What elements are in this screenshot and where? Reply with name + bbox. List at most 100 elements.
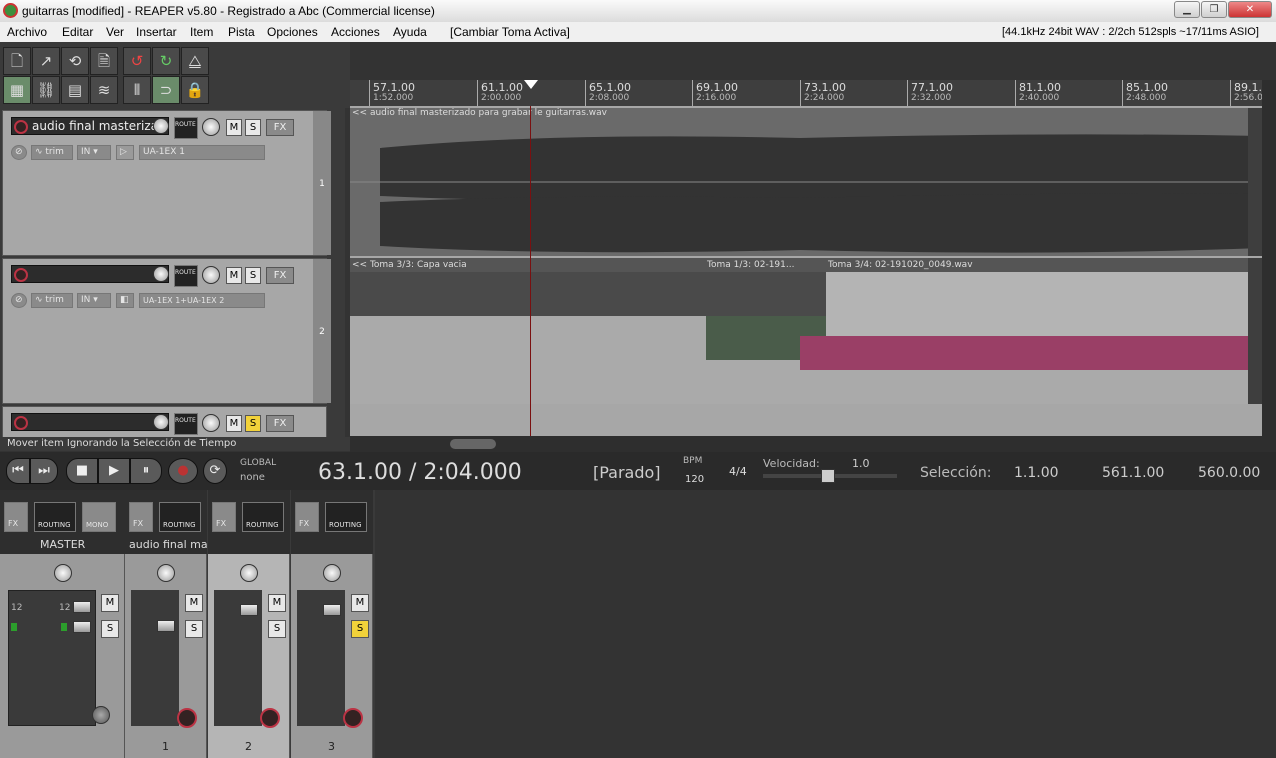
master-fader-handle-2[interactable] (73, 621, 91, 633)
open-project-icon[interactable]: ↗ (32, 47, 60, 75)
strip-mute-button[interactable]: M (268, 594, 286, 612)
track-name[interactable] (11, 265, 169, 283)
route-button[interactable]: ROUTE (174, 413, 198, 435)
strip-routing-button[interactable]: ROUTING (242, 502, 284, 532)
play-button[interactable]: ▶ (98, 458, 130, 484)
input-select[interactable]: UA-1EX 1+UA-1EX 2 (139, 293, 265, 308)
lock-icon[interactable]: 🔒 (181, 76, 209, 104)
metronome-icon[interactable]: ⧋ (181, 47, 209, 75)
strip-fx-button[interactable]: FX (295, 502, 319, 532)
strip-mute-button[interactable]: M (351, 594, 369, 612)
volume-knob[interactable] (153, 118, 169, 134)
horizontal-scrollbar[interactable] (350, 436, 1276, 452)
menu-archivo[interactable]: Archivo (7, 25, 47, 39)
scroll-thumb[interactable] (450, 439, 496, 449)
monitor-icon[interactable]: ◧ (116, 293, 134, 308)
master-pan-knob[interactable] (54, 564, 72, 582)
go-to-end-button[interactable]: ⏭ (30, 458, 58, 484)
menu-item[interactable]: Item (190, 25, 213, 39)
record-arm-icon[interactable] (14, 120, 28, 134)
monitor-icon[interactable]: ▷ (116, 145, 134, 160)
trim-button[interactable]: ∿ trim (31, 293, 73, 308)
strip-pan-knob[interactable] (240, 564, 258, 582)
fx-button[interactable]: FX (266, 415, 294, 432)
strip-solo-button[interactable]: S (185, 620, 203, 638)
solo-button[interactable]: S (245, 415, 261, 432)
strip-fx-button[interactable]: FX (129, 502, 153, 532)
mixer-strip-1[interactable]: FX ROUTING audio final ma M S 1 (125, 490, 208, 758)
solo-button[interactable]: S (245, 119, 261, 136)
selection-start[interactable]: 1.1.00 (1014, 465, 1059, 481)
arrange-view[interactable]: << audio final masterizado para grabar l… (350, 106, 1262, 436)
mute-button[interactable]: M (226, 267, 242, 284)
new-project-icon[interactable]: 🗋 (3, 47, 31, 75)
master-settings-icon[interactable] (92, 706, 110, 724)
strip-routing-button[interactable]: ROUTING (159, 502, 201, 532)
menu-editar[interactable]: Editar (62, 25, 93, 39)
strip-pan-knob[interactable] (157, 564, 175, 582)
input-monitor-button[interactable]: IN ▾ (77, 293, 111, 308)
maximize-button[interactable]: ❐ (1201, 1, 1227, 18)
input-monitor-button[interactable]: IN ▾ (77, 145, 111, 160)
undo-icon[interactable]: ↺ (123, 47, 151, 75)
vertical-scrollbar[interactable] (1262, 80, 1276, 436)
route-button[interactable]: ROUTE (174, 117, 198, 139)
strip-fader-handle[interactable] (323, 604, 341, 616)
menu-ver[interactable]: Ver (106, 25, 124, 39)
strip-solo-button[interactable]: S (268, 620, 286, 638)
mixer-strip-3[interactable]: FX ROUTING M S 3 (291, 490, 373, 758)
strip-pan-knob[interactable] (323, 564, 341, 582)
pan-knob[interactable] (202, 118, 220, 136)
stop-button[interactable]: ■ (66, 458, 98, 484)
loop-icon[interactable]: ⊃ (152, 76, 180, 104)
master-mono-button[interactable]: MONO (82, 502, 116, 532)
mixer-strip-2[interactable]: FX ROUTING M S 2 (208, 490, 290, 758)
grid-snap-icon[interactable]: ▦ (3, 76, 31, 104)
automation-mode-select[interactable]: none (240, 472, 265, 483)
menu-pista[interactable]: Pista (228, 25, 255, 39)
master-fader-handle[interactable] (73, 601, 91, 613)
selection-end[interactable]: 561.1.00 (1102, 465, 1164, 481)
track-2-panel[interactable]: ROUTE M S FX ⊘ ∿ trim IN ▾ ◧ UA-1EX 1+UA… (2, 258, 331, 404)
item-grouping-icon[interactable]: ▤ (61, 76, 89, 104)
redo-icon[interactable]: ↻ (152, 47, 180, 75)
ripple-edit-icon[interactable]: ⛓ (32, 76, 60, 104)
save-project-icon[interactable]: ⟲ (61, 47, 89, 75)
playrate-handle[interactable] (821, 469, 835, 483)
volume-knob[interactable] (153, 414, 169, 430)
playhead-marker-icon[interactable] (524, 80, 538, 89)
project-settings-icon[interactable]: 🗎 (90, 47, 118, 75)
playrate-slider[interactable] (763, 469, 897, 483)
pause-button[interactable]: ⏸ (130, 458, 162, 484)
track-name[interactable]: audio final masteriza (11, 117, 169, 135)
phase-icon[interactable]: ⊘ (11, 293, 27, 308)
menu-ayuda[interactable]: Ayuda (393, 25, 427, 39)
pan-knob[interactable] (202, 414, 220, 432)
repeat-button[interactable]: ⟳ (203, 458, 227, 484)
strip-record-arm-icon[interactable] (343, 708, 363, 728)
route-button[interactable]: ROUTE (174, 265, 198, 287)
master-routing-button[interactable]: ROUTING (34, 502, 76, 532)
bpm-value[interactable]: 120 (685, 474, 704, 485)
solo-button[interactable]: S (245, 267, 261, 284)
selection-length[interactable]: 560.0.00 (1198, 465, 1260, 481)
take-lane-1[interactable] (350, 272, 826, 316)
media-item-track-2[interactable]: << Toma 3/3: Capa vacia Toma 1/3: 02-191… (350, 258, 1262, 404)
media-item-track-1[interactable]: << audio final masterizado para grabar l… (350, 108, 1262, 256)
pan-knob[interactable] (202, 266, 220, 284)
record-arm-icon[interactable] (14, 416, 28, 430)
master-strip[interactable]: FX ROUTING MONO MASTER 12 12 M S (0, 490, 125, 758)
fx-button[interactable]: FX (266, 119, 294, 136)
strip-fader-handle[interactable] (240, 604, 258, 616)
close-button[interactable]: ✕ (1228, 1, 1272, 18)
audio-status[interactable]: [44.1kHz 24bit WAV : 2/2ch 512spls ~17/1… (1002, 26, 1259, 38)
input-select[interactable]: UA-1EX 1 (139, 145, 265, 160)
fx-button[interactable]: FX (266, 267, 294, 284)
volume-knob[interactable] (153, 266, 169, 282)
strip-record-arm-icon[interactable] (260, 708, 280, 728)
menu-acciones[interactable]: Acciones (331, 25, 380, 39)
timeline-ruler[interactable]: 57.1.00 1:52.000 61.1.00 2:00.000 65.1.00 2… (350, 80, 1276, 106)
master-mute-button[interactable]: M (101, 594, 119, 612)
time-display[interactable]: 63.1.00 / 2:04.000 (318, 460, 522, 485)
master-fx-button[interactable]: FX (4, 502, 28, 532)
